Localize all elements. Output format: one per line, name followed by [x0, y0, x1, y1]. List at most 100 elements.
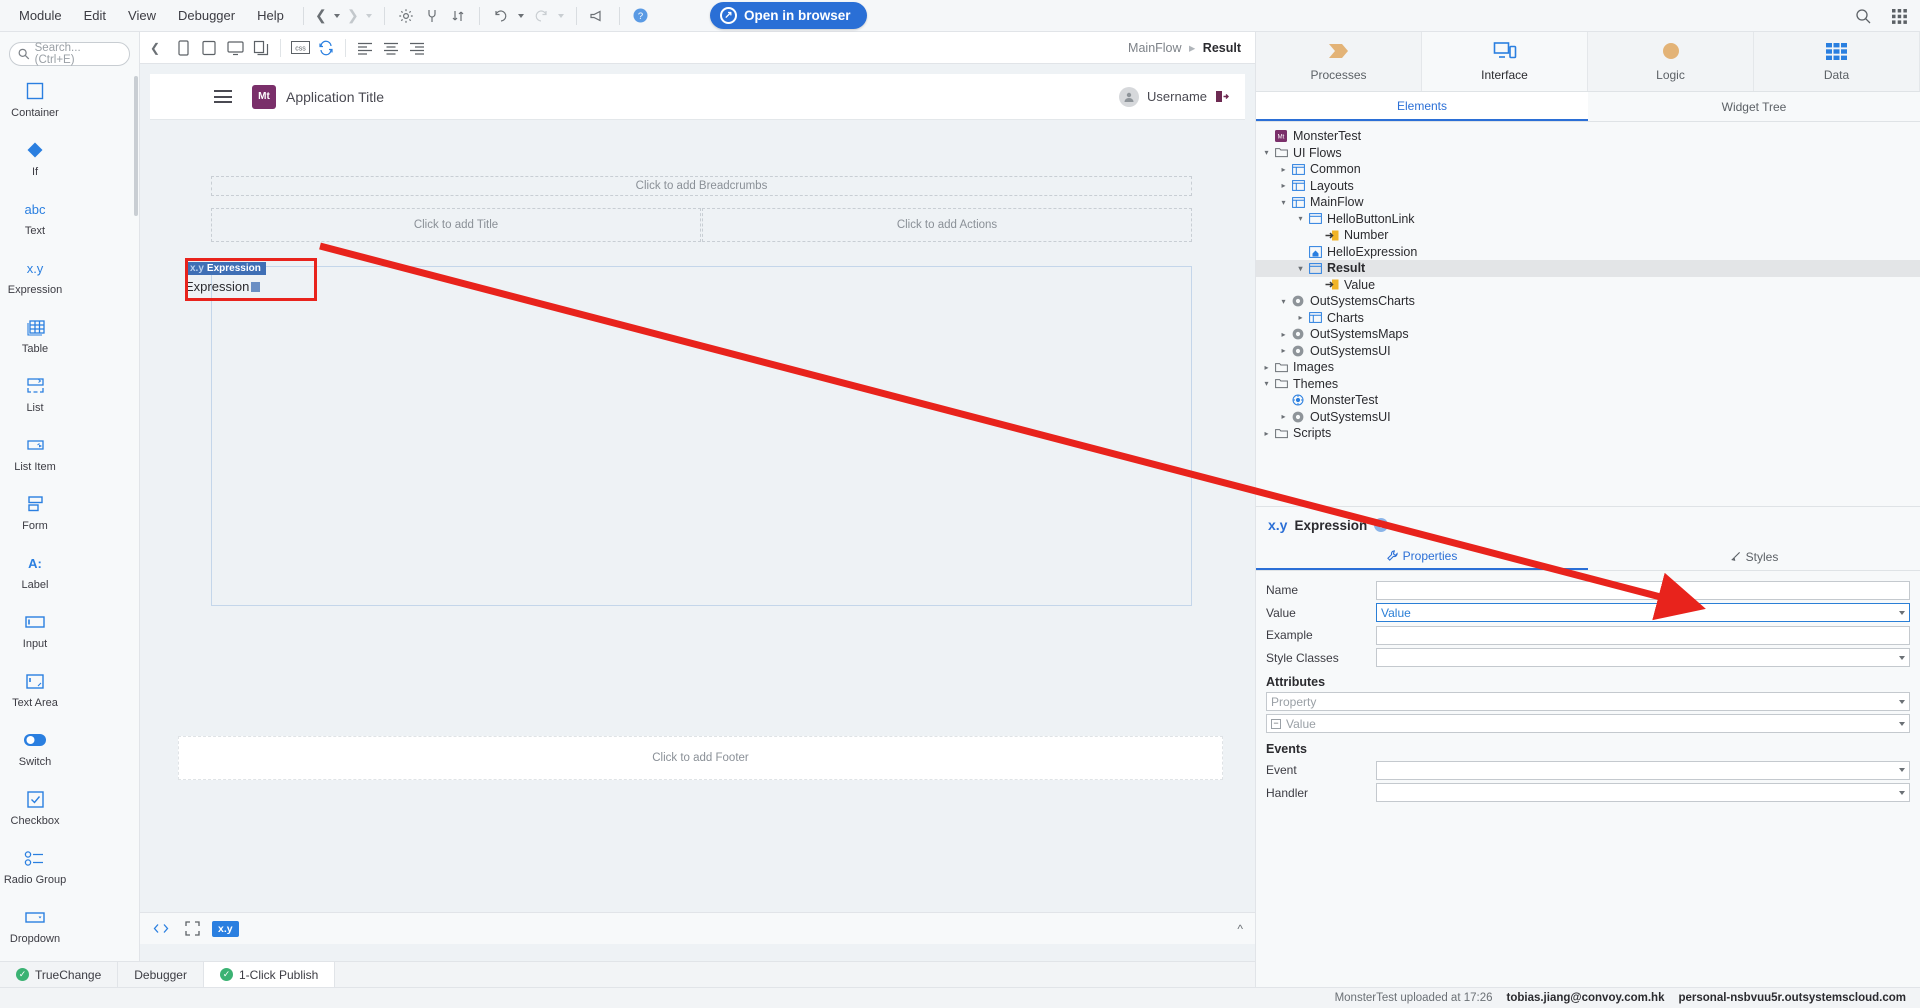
- content-container[interactable]: [211, 266, 1192, 606]
- css-icon[interactable]: css: [287, 36, 313, 60]
- tree-node-scripts[interactable]: ▸ Scripts: [1256, 425, 1920, 442]
- menu-debugger[interactable]: Debugger: [167, 0, 246, 32]
- tree-node-result[interactable]: ▾ Result: [1256, 260, 1920, 277]
- plug-icon[interactable]: [419, 0, 445, 32]
- title-placeholder[interactable]: Click to add Title: [211, 208, 701, 242]
- attribute-property-field[interactable]: Property: [1266, 692, 1910, 711]
- property-field-name[interactable]: [1376, 580, 1910, 600]
- property-field-example[interactable]: [1376, 625, 1910, 645]
- chevron-down-icon[interactable]: [1899, 655, 1905, 660]
- right-tab-interface[interactable]: Interface: [1422, 32, 1588, 91]
- tree-node-hellobuttonlink[interactable]: ▾ HelloButtonLink: [1256, 211, 1920, 228]
- redo-dropdown-icon[interactable]: [554, 0, 568, 32]
- refresh-icon[interactable]: [313, 36, 339, 60]
- tree-node-layouts[interactable]: ▸ Layouts: [1256, 178, 1920, 195]
- tree-node-outsystemsui[interactable]: ▸ OutSystemsUI: [1256, 343, 1920, 360]
- copy-icon[interactable]: [248, 36, 274, 60]
- tree-node-themes[interactable]: ▾ Themes: [1256, 376, 1920, 393]
- tree-node-monstertest[interactable]: MonsterTest: [1256, 392, 1920, 409]
- tab-styles[interactable]: Styles: [1588, 543, 1920, 570]
- widget-checkbox[interactable]: Checkbox: [0, 780, 70, 839]
- twisty-closed-icon[interactable]: ▸: [1260, 363, 1273, 372]
- tree-node-value[interactable]: Value: [1256, 277, 1920, 294]
- undo-dropdown-icon[interactable]: [514, 0, 528, 32]
- bottom-tab-truechange[interactable]: ✓ TrueChange: [0, 962, 119, 987]
- twisty-closed-icon[interactable]: ▸: [1277, 412, 1290, 421]
- twisty-closed-icon[interactable]: ▸: [1294, 313, 1307, 322]
- forward-icon[interactable]: ❯: [344, 0, 362, 32]
- widget-table[interactable]: Table: [0, 308, 70, 367]
- desktop-icon[interactable]: [222, 36, 248, 60]
- widget-text[interactable]: abc Text: [0, 190, 70, 249]
- twisty-closed-icon[interactable]: ▸: [1277, 181, 1290, 190]
- tree-node-images[interactable]: ▸ Images: [1256, 359, 1920, 376]
- collapse-toolbox-icon[interactable]: ❮: [148, 32, 162, 64]
- tab-widget-tree[interactable]: Widget Tree: [1588, 92, 1920, 121]
- menu-edit[interactable]: Edit: [73, 0, 117, 32]
- event-field[interactable]: [1376, 760, 1910, 780]
- widget-text-area[interactable]: Text Area: [0, 662, 70, 721]
- right-tab-data[interactable]: Data: [1754, 32, 1920, 91]
- bottom-tab-debugger[interactable]: Debugger: [118, 962, 204, 987]
- twisty-open-icon[interactable]: ▾: [1277, 297, 1290, 306]
- tree-node-number[interactable]: Number: [1256, 227, 1920, 244]
- redo-icon[interactable]: [528, 0, 554, 32]
- breadcrumbs-placeholder[interactable]: Click to add Breadcrumbs: [211, 176, 1192, 196]
- tree-node-helloexpression[interactable]: HelloExpression: [1256, 244, 1920, 261]
- widget-dropdown[interactable]: Dropdown: [0, 898, 70, 957]
- twisty-closed-icon[interactable]: ▸: [1277, 346, 1290, 355]
- search-icon[interactable]: [1850, 0, 1876, 32]
- twisty-open-icon[interactable]: ▾: [1294, 214, 1307, 223]
- right-tab-logic[interactable]: Logic: [1588, 32, 1754, 91]
- attribute-value-field[interactable]: − Value: [1266, 714, 1910, 733]
- tree-node-outsystemsmaps[interactable]: ▸ OutSystemsMaps: [1256, 326, 1920, 343]
- tab-elements[interactable]: Elements: [1256, 92, 1588, 121]
- tree-node-common[interactable]: ▸ Common: [1256, 161, 1920, 178]
- back-dropdown-icon[interactable]: [330, 0, 344, 32]
- selected-widget-chip[interactable]: x.y: [212, 920, 239, 937]
- twisty-closed-icon[interactable]: ▸: [1277, 165, 1290, 174]
- twisty-open-icon[interactable]: ▾: [1260, 148, 1273, 157]
- twisty-open-icon[interactable]: ▾: [1277, 198, 1290, 207]
- phone-icon[interactable]: [170, 36, 196, 60]
- widget-form[interactable]: Form: [0, 485, 70, 544]
- align-left-icon[interactable]: [352, 36, 378, 60]
- menu-view[interactable]: View: [117, 0, 167, 32]
- logout-icon[interactable]: [1215, 90, 1229, 103]
- tab-properties[interactable]: Properties: [1256, 543, 1588, 570]
- help-icon[interactable]: ?: [628, 0, 654, 32]
- grid-icon[interactable]: [1886, 0, 1912, 32]
- tree-node-outsystemsui[interactable]: ▸ OutSystemsUI: [1256, 409, 1920, 426]
- hamburger-menu-icon[interactable]: [214, 87, 232, 107]
- forward-dropdown-icon[interactable]: [362, 0, 376, 32]
- toolbox-scrollbar[interactable]: [134, 76, 138, 216]
- widget-radio-group[interactable]: Radio Group: [0, 839, 70, 898]
- gear-icon[interactable]: [393, 0, 419, 32]
- widget-label[interactable]: A: Label: [0, 544, 70, 603]
- handler-field[interactable]: [1376, 783, 1910, 803]
- chevron-down-icon[interactable]: [1899, 610, 1905, 615]
- tablet-icon[interactable]: [196, 36, 222, 60]
- megaphone-icon[interactable]: [585, 0, 611, 32]
- tree-node-outsystemscharts[interactable]: ▾ OutSystemsCharts: [1256, 293, 1920, 310]
- expand-panel-icon[interactable]: ^: [1237, 922, 1243, 936]
- right-tab-processes[interactable]: Processes: [1256, 32, 1422, 91]
- widget-expression[interactable]: x.y Expression: [0, 249, 70, 308]
- minus-icon[interactable]: −: [1271, 718, 1281, 729]
- widget-container[interactable]: Container: [0, 72, 70, 131]
- align-right-icon[interactable]: [404, 36, 430, 60]
- footer-placeholder[interactable]: Click to add Footer: [178, 736, 1223, 780]
- widget-input[interactable]: Input: [0, 603, 70, 662]
- screen-canvas[interactable]: Mt Application Title Username Click to a…: [140, 64, 1255, 944]
- code-icon[interactable]: [150, 919, 172, 939]
- property-field-style-classes[interactable]: [1376, 648, 1910, 668]
- widget-switch[interactable]: Switch: [0, 721, 70, 780]
- twisty-closed-icon[interactable]: ▸: [1277, 330, 1290, 339]
- bottom-tab-1-click-publish[interactable]: ✓ 1-Click Publish: [203, 962, 336, 987]
- tree-node-monstertest[interactable]: Mt MonsterTest: [1256, 128, 1920, 145]
- search-input[interactable]: Search... (Ctrl+E): [9, 42, 130, 66]
- widget-list-item[interactable]: ▸ List Item: [0, 426, 70, 485]
- property-field-value[interactable]: Value: [1376, 603, 1910, 623]
- menu-help[interactable]: Help: [246, 0, 295, 32]
- tree-node-mainflow[interactable]: ▾ MainFlow: [1256, 194, 1920, 211]
